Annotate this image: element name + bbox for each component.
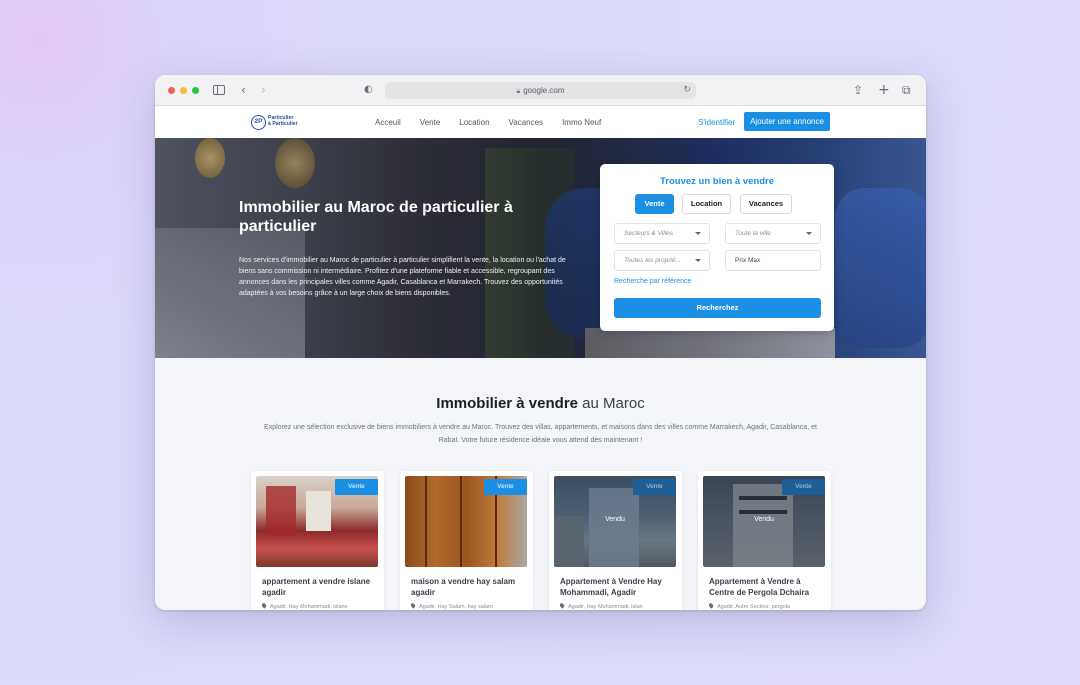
privacy-shield-icon[interactable]: ◐ — [364, 82, 373, 98]
share-icon[interactable]: ⇪ — [853, 82, 863, 98]
location-pin-icon — [411, 603, 417, 609]
listing-card[interactable]: Vendu Vente Appartement à Vendre à Centr… — [698, 471, 831, 610]
nav-vacances[interactable]: Vacances — [509, 118, 544, 127]
reload-icon[interactable]: ↻ — [683, 82, 691, 99]
listing-location: Agadir, Hay Mohammadi, islane — [262, 603, 380, 610]
status-badge: Vente — [782, 479, 825, 495]
close-window-button[interactable] — [168, 87, 175, 94]
listing-card[interactable]: Vente appartement a vendre islane agadir… — [251, 471, 384, 610]
sectors-select[interactable]: Secteurs & Villes — [614, 223, 710, 244]
tab-vacances[interactable]: Vacances — [740, 194, 792, 214]
location-pin-icon — [262, 603, 268, 609]
chevron-down-icon — [695, 232, 701, 235]
listing-location: Agadir, Autre Secteur, pergola — [709, 603, 827, 610]
tab-overview-icon[interactable]: ⧉ — [902, 82, 911, 98]
tab-vente[interactable]: Vente — [635, 194, 674, 214]
search-by-reference-link[interactable]: Recherche par référence — [614, 278, 691, 285]
sidebar-toggle-icon[interactable] — [213, 85, 225, 95]
search-card-title: Trouvez un bien à vendre — [659, 176, 775, 187]
tab-location[interactable]: Location — [682, 194, 731, 214]
hero-title: Immobilier au Maroc de particulier à par… — [239, 199, 513, 235]
status-badge: Vente — [633, 479, 676, 495]
browser-window: ‹ › ◐ 🔒︎ google.com ↻ ⇪ + ⧉ 2P Particulie… — [155, 75, 926, 610]
hero-description: Nos services d'immobilier au Maroc de pa… — [239, 257, 566, 297]
nav-location[interactable]: Location — [459, 118, 489, 127]
chevron-down-icon — [806, 232, 812, 235]
listing-location: Agadir, Hay Salam, hay salam — [411, 603, 529, 610]
logo-mark: 2P — [251, 114, 266, 130]
listing-title[interactable]: Appartement à Vendre à Centre de Pergola… — [709, 576, 827, 598]
address-bar[interactable]: 🔒︎ google.com ↻ — [385, 82, 696, 99]
listing-card[interactable]: Vendu Vente Appartement à Vendre Hay Moh… — [549, 471, 682, 610]
minimize-window-button[interactable] — [180, 87, 187, 94]
back-icon[interactable]: ‹ — [241, 82, 246, 98]
logo-line-2: à Particulier — [268, 121, 298, 127]
site-logo[interactable]: 2P Particulier à Particulier — [251, 114, 298, 130]
listing-card[interactable]: Vente maison a vendre hay salam agadir A… — [400, 471, 533, 610]
location-pin-icon — [560, 603, 566, 609]
lock-icon: 🔒︎ — [516, 88, 521, 95]
listing-title[interactable]: appartement a vendre islane agadir — [262, 576, 380, 598]
location-pin-icon — [709, 603, 715, 609]
listing-title[interactable]: maison a vendre hay salam agadir — [411, 576, 529, 598]
main-nav: Acceuil Vente Location Vacances Immo Neu… — [375, 106, 620, 138]
sold-label: Vendu — [754, 516, 774, 523]
city-select[interactable]: Toute la ville — [725, 223, 821, 244]
sold-label: Vendu — [605, 516, 625, 523]
status-badge: Vente — [484, 479, 527, 495]
nav-vente[interactable]: Vente — [420, 118, 440, 127]
forward-icon[interactable]: › — [261, 82, 266, 98]
signin-link[interactable]: S'identifier — [698, 118, 735, 127]
search-card: Trouvez un bien à vendre Vente Location … — [600, 164, 834, 331]
max-price-input[interactable]: Prix Max — [725, 250, 821, 271]
chevron-down-icon — [695, 259, 701, 262]
add-listing-button[interactable]: Ajouter une annonce — [744, 112, 830, 131]
search-button[interactable]: Recherchez — [614, 298, 821, 318]
zoom-window-button[interactable] — [192, 87, 199, 94]
status-badge: Vente — [335, 479, 378, 495]
browser-toolbar: ‹ › ◐ 🔒︎ google.com ↻ ⇪ + ⧉ — [155, 75, 926, 106]
new-tab-icon[interactable]: + — [878, 82, 890, 98]
section-title: Immobilier à vendre au Maroc — [436, 395, 645, 412]
hero-banner: Immobilier au Maroc de particulier à par… — [155, 138, 926, 358]
listing-location: Agadir, Hay Mohammadi, islan — [560, 603, 678, 610]
site-header: 2P Particulier à Particulier Acceuil Ven… — [155, 106, 926, 138]
property-type-select[interactable]: Toutes les proprié... — [614, 250, 710, 271]
nav-immo-neuf[interactable]: Immo Neuf — [562, 118, 601, 127]
url-text: google.com — [523, 86, 565, 95]
nav-acceuil[interactable]: Acceuil — [375, 118, 401, 127]
listing-title[interactable]: Appartement à Vendre Hay Mohammadi, Agad… — [560, 576, 678, 598]
section-description: Explorez une sélection exclusive de bien… — [264, 424, 817, 444]
